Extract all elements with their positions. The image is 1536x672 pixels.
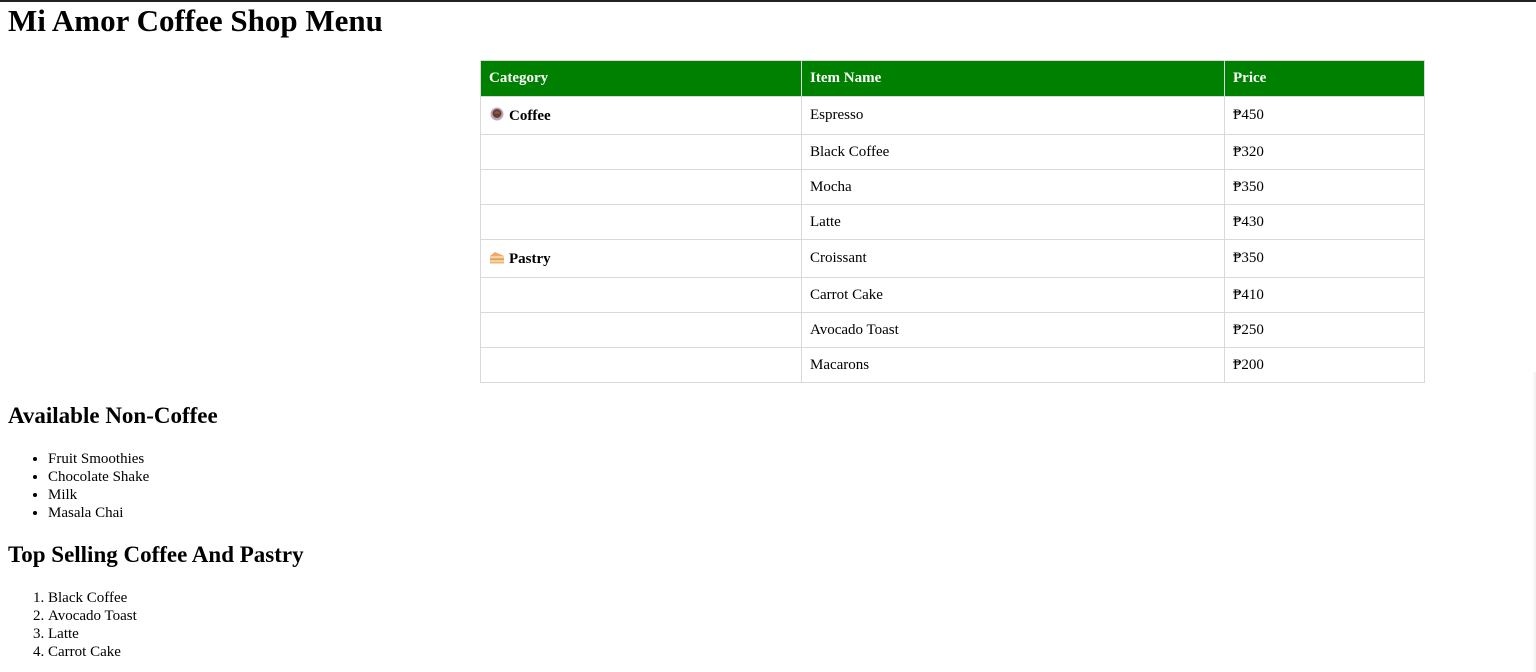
table-row: Latte ₱430 bbox=[480, 204, 1425, 240]
scrollbar-edge bbox=[1532, 372, 1536, 672]
page-title: Mi Amor Coffee Shop Menu bbox=[8, 3, 383, 38]
item-name-cell: Carrot Cake bbox=[801, 277, 1225, 313]
category-cell-empty bbox=[480, 347, 802, 383]
item-name-cell: Avocado Toast bbox=[801, 312, 1225, 348]
list-item: Avocado Toast bbox=[48, 607, 137, 625]
item-name-cell: Mocha bbox=[801, 169, 1225, 205]
item-name-cell: Latte bbox=[801, 204, 1225, 240]
table-header-row: Category Item Name Price bbox=[480, 60, 1425, 97]
category-label: Coffee bbox=[509, 108, 551, 124]
table-row: Coffee Espresso ₱450 bbox=[480, 96, 1425, 135]
header-category: Category bbox=[480, 60, 802, 97]
category-cell-empty bbox=[480, 134, 802, 170]
table-row: Carrot Cake ₱410 bbox=[480, 277, 1425, 313]
top-selling-list: Black Coffee Avocado Toast Latte Carrot … bbox=[8, 589, 137, 661]
header-item-name: Item Name bbox=[801, 60, 1225, 97]
category-cell-empty bbox=[480, 312, 802, 348]
category-cell-coffee: Coffee bbox=[480, 96, 802, 135]
category-cell-pastry: Pastry bbox=[480, 239, 802, 278]
table-row: Mocha ₱350 bbox=[480, 169, 1425, 205]
list-item: Carrot Cake bbox=[48, 643, 137, 661]
coffee-icon bbox=[490, 107, 504, 121]
item-name-cell: Black Coffee bbox=[801, 134, 1225, 170]
header-price: Price bbox=[1224, 60, 1425, 97]
category-cell-empty bbox=[480, 169, 802, 205]
price-cell: ₱430 bbox=[1224, 204, 1425, 240]
category-cell-empty bbox=[480, 204, 802, 240]
table-row: Pastry Croissant ₱350 bbox=[480, 239, 1425, 278]
table-row: Black Coffee ₱320 bbox=[480, 134, 1425, 170]
price-cell: ₱320 bbox=[1224, 134, 1425, 170]
list-item: Milk bbox=[48, 486, 149, 504]
item-name-cell: Espresso bbox=[801, 96, 1225, 135]
list-item: Fruit Smoothies bbox=[48, 450, 149, 468]
non-coffee-heading: Available Non-Coffee bbox=[8, 403, 218, 428]
category-label: Pastry bbox=[509, 251, 551, 267]
list-item: Masala Chai bbox=[48, 504, 149, 522]
list-item: Latte bbox=[48, 625, 137, 643]
top-selling-heading: Top Selling Coffee And Pastry bbox=[8, 542, 304, 567]
price-cell: ₱200 bbox=[1224, 347, 1425, 383]
item-name-cell: Macarons bbox=[801, 347, 1225, 383]
menu-table: Category Item Name Price Coffee Espresso… bbox=[480, 60, 1425, 383]
price-cell: ₱410 bbox=[1224, 277, 1425, 313]
list-item: Chocolate Shake bbox=[48, 468, 149, 486]
non-coffee-list: Fruit Smoothies Chocolate Shake Milk Mas… bbox=[8, 450, 149, 522]
cake-icon bbox=[490, 252, 504, 264]
category-cell-empty bbox=[480, 277, 802, 313]
item-name-cell: Croissant bbox=[801, 239, 1225, 278]
list-item: Black Coffee bbox=[48, 589, 137, 607]
price-cell: ₱450 bbox=[1224, 96, 1425, 135]
table-row: Macarons ₱200 bbox=[480, 347, 1425, 383]
price-cell: ₱250 bbox=[1224, 312, 1425, 348]
price-cell: ₱350 bbox=[1224, 239, 1425, 278]
price-cell: ₱350 bbox=[1224, 169, 1425, 205]
table-row: Avocado Toast ₱250 bbox=[480, 312, 1425, 348]
